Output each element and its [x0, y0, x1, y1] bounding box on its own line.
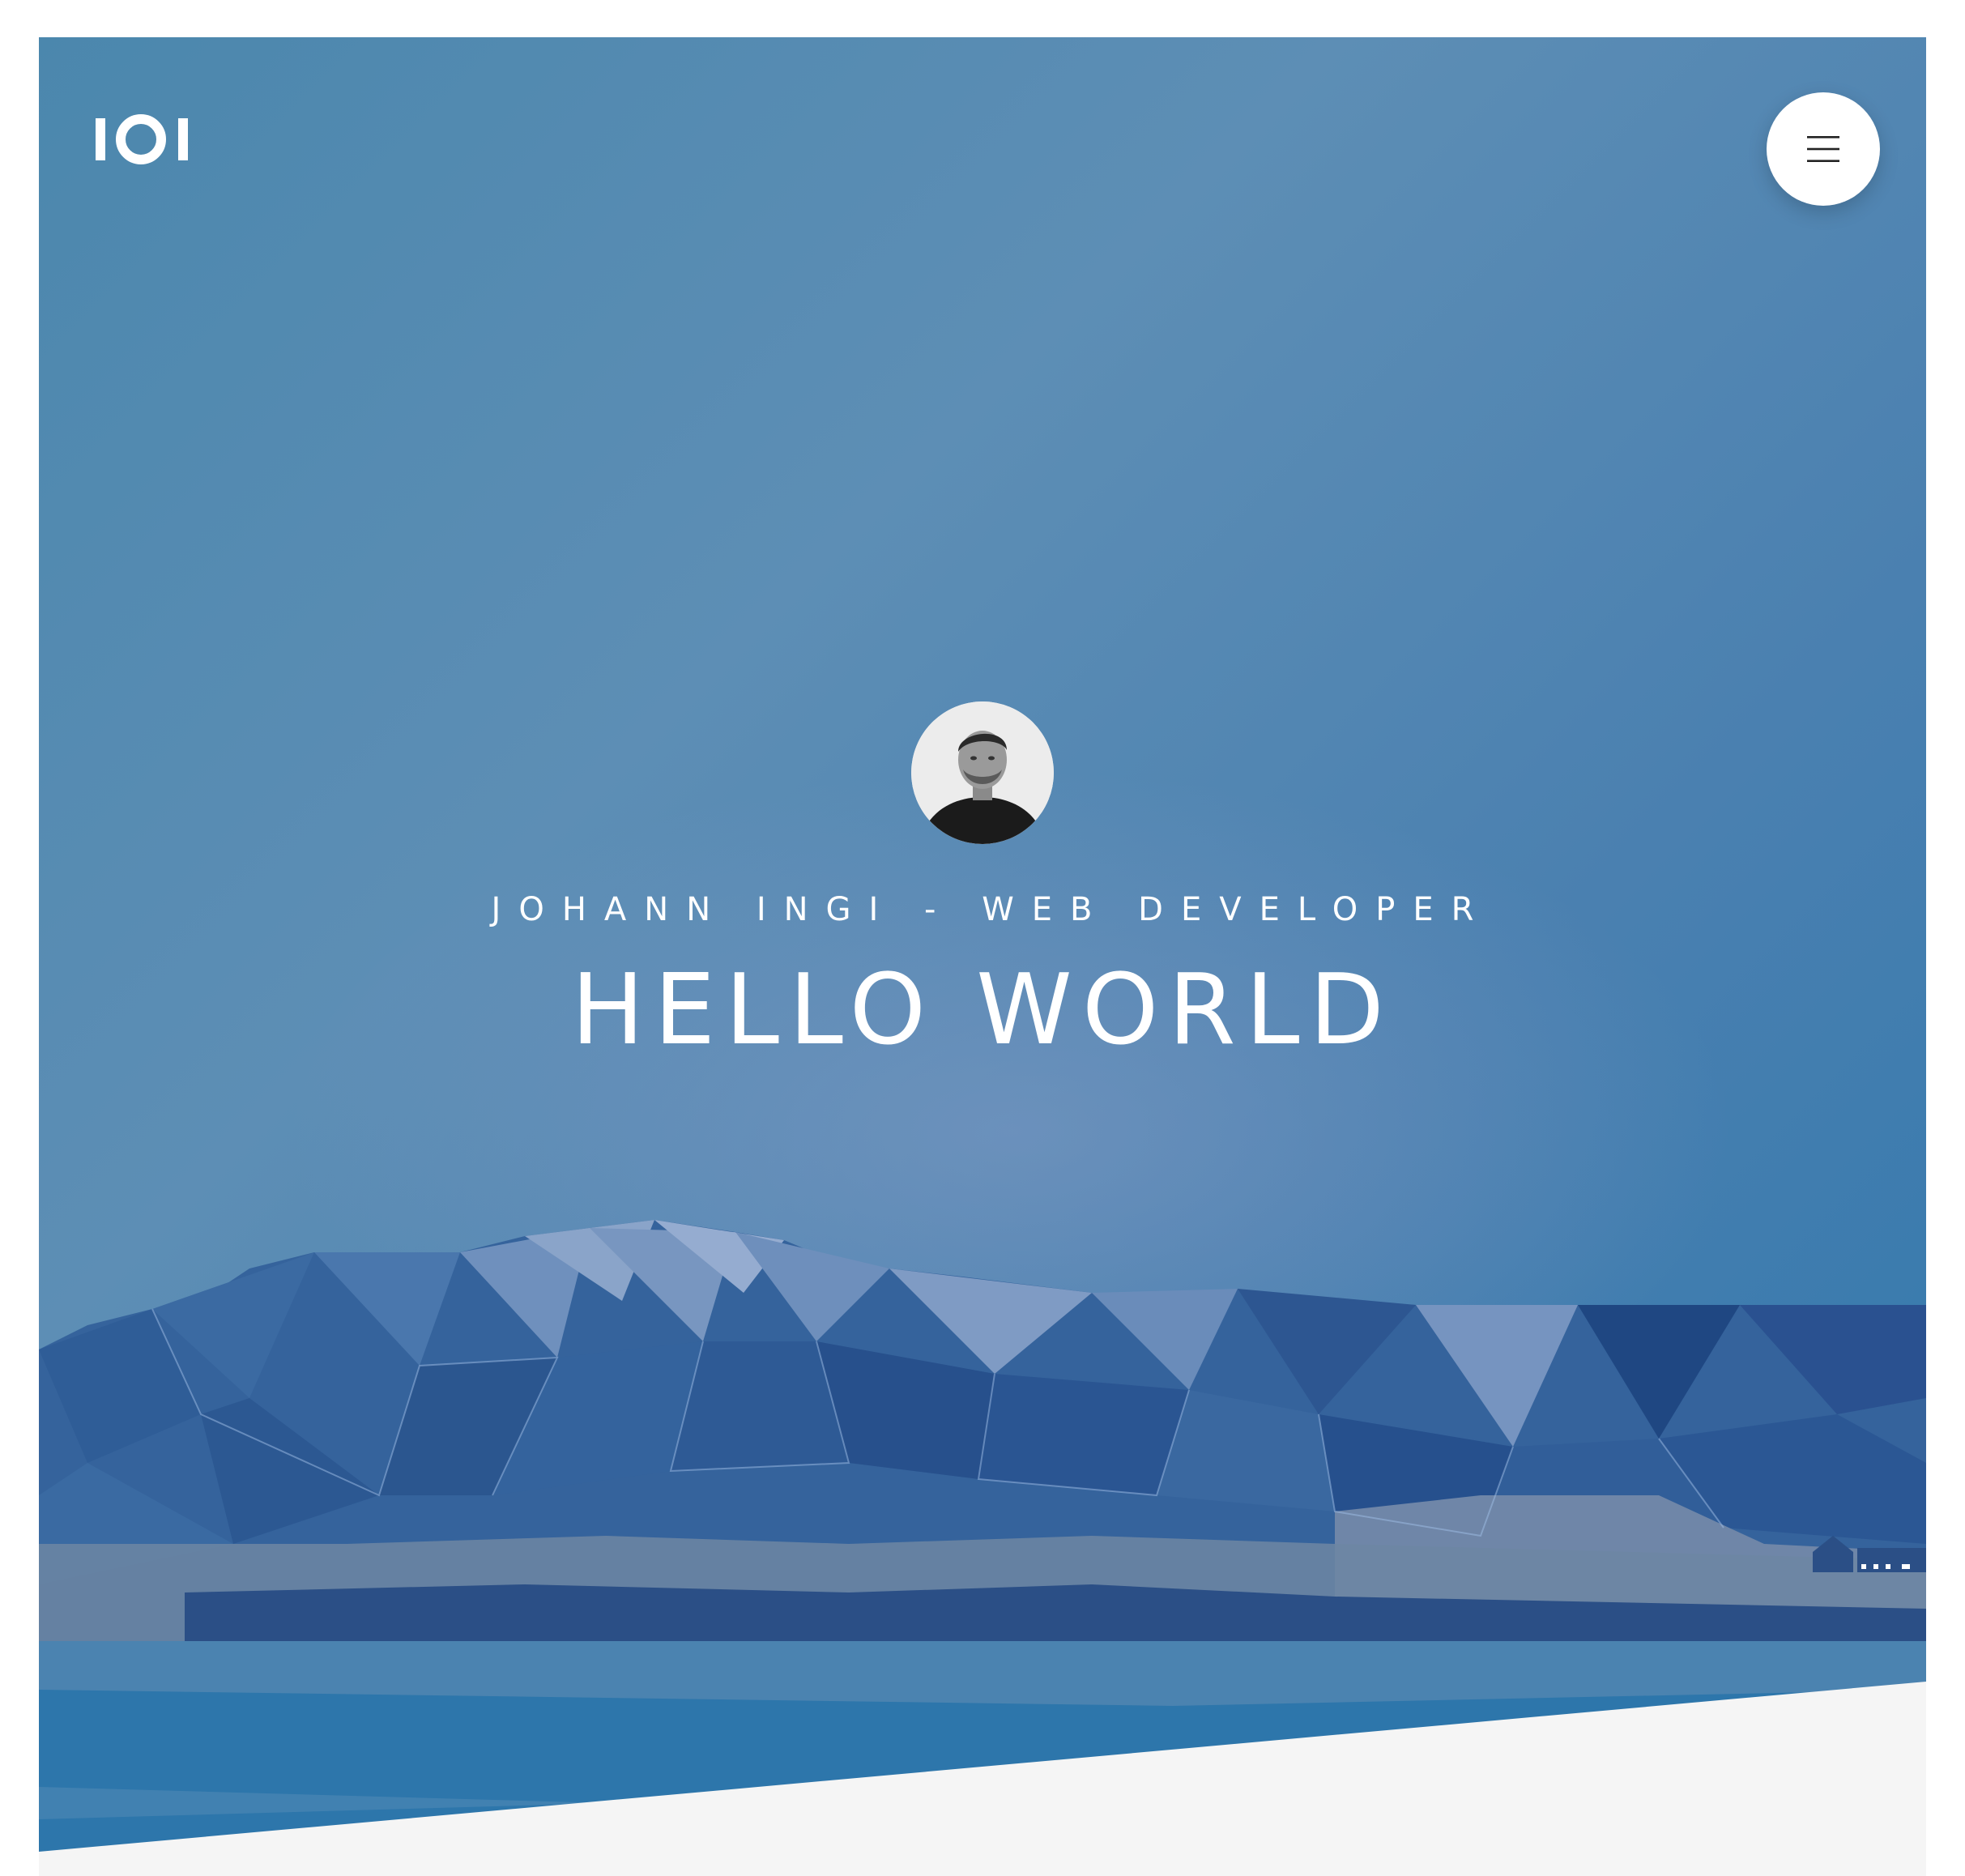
- mountain-illustration: [39, 1220, 1926, 1876]
- hero-section: IOI: [39, 37, 1926, 1876]
- hero-content: JOHANN INGI - WEB DEVELOPER HELLO WORLD: [39, 701, 1926, 1067]
- hero-headline: HELLO WORLD: [571, 954, 1394, 1067]
- menu-button[interactable]: [1767, 92, 1880, 206]
- hero-subtitle: JOHANN INGI - WEB DEVELOPER: [491, 891, 1492, 928]
- profile-photo: [911, 701, 1054, 844]
- logo-icon: [96, 114, 188, 164]
- site-logo[interactable]: IOI: [94, 109, 191, 165]
- hamburger-icon: [1807, 136, 1839, 162]
- avatar: [911, 701, 1054, 844]
